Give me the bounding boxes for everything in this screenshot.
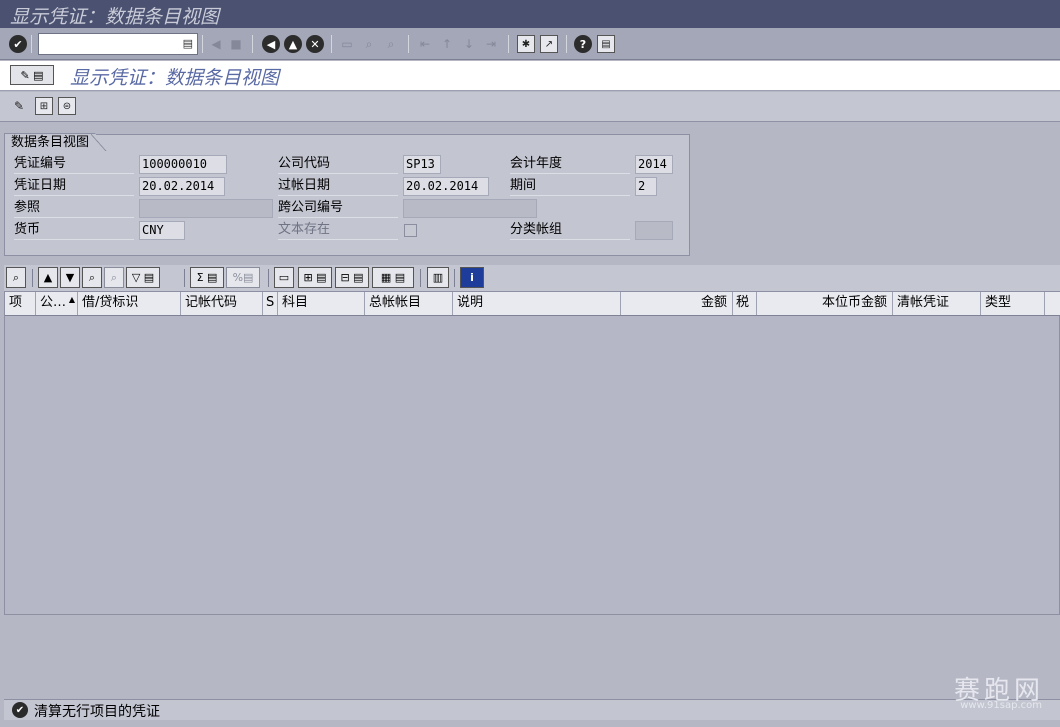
first-page-icon[interactable]: ⇤ <box>416 35 434 53</box>
watermark-url: www.91sap.com <box>960 700 1042 711</box>
col-type[interactable]: 类型 <box>981 292 1045 315</box>
ledger-group-field[interactable] <box>635 221 673 240</box>
period-field[interactable]: 2 <box>635 177 657 196</box>
status-message: 清算无行项目的凭证 <box>34 704 160 720</box>
col-debit-credit[interactable]: 借/贷标识 <box>78 292 181 315</box>
doc-number-label: 凭证编号 <box>14 155 134 174</box>
col-s[interactable]: S <box>263 292 278 315</box>
line-items-grid: 项 公… ▲ 借/贷标识 记帐代码 S 科目 总帐帐目 说明 金额 税 本位币金额… <box>4 291 1060 615</box>
change-layout-icon[interactable]: ▦ ▤ <box>372 267 414 288</box>
currency-label: 货币 <box>14 221 134 240</box>
sort-ascending-icon[interactable]: ▲ <box>38 267 58 288</box>
window-title: 显示凭证：数据条目视图 <box>10 6 220 28</box>
text-exists-checkbox[interactable] <box>404 224 417 237</box>
col-gl-account[interactable]: 总帐帐目 <box>365 292 453 315</box>
exit-icon[interactable]: ▲ <box>284 35 302 53</box>
sort-descending-icon[interactable]: ▼ <box>60 267 80 288</box>
display-currency-icon[interactable]: ⊜ <box>58 97 76 115</box>
find-icon[interactable]: ⌕ <box>360 35 378 53</box>
sum-icon[interactable]: Σ ▤ <box>190 267 224 288</box>
export-icon[interactable]: ⊞ ▤ <box>298 267 332 288</box>
posting-date-label: 过帐日期 <box>278 177 398 196</box>
edit-pencil-icon[interactable]: ✎ <box>10 97 28 115</box>
col-description[interactable]: 说明 <box>453 292 621 315</box>
col-amount[interactable]: 金额 <box>621 292 733 315</box>
cross-company-label: 跨公司编号 <box>278 199 398 218</box>
subtotal-icon[interactable]: %▤ <box>226 267 260 288</box>
col-clearing-doc[interactable]: 清帐凭证 <box>893 292 981 315</box>
doc-date-field[interactable]: 20.02.2014 <box>139 177 225 196</box>
ledger-group-label: 分类帐组 <box>510 221 630 240</box>
fiscal-year-label: 会计年度 <box>510 155 630 174</box>
spreadsheet-icon[interactable]: ⊟ ▤ <box>335 267 369 288</box>
col-company-label: 公… <box>40 295 67 310</box>
command-field[interactable]: ▤ <box>38 33 198 55</box>
col-local-amount[interactable]: 本位币金额 <box>757 292 893 315</box>
enter-icon[interactable]: ✔ <box>9 35 27 53</box>
currency-field[interactable]: CNY <box>139 221 185 240</box>
find-next-icon[interactable]: ⌕ <box>104 267 124 288</box>
graphic-icon[interactable]: ▥ <box>427 267 449 288</box>
menu-icon[interactable]: ✎ ▤ <box>10 65 54 85</box>
grid-toolbar: ⌕ ▲ ▼ ⌕ ⌕ ▽ ▤ Σ ▤ %▤ ▭ ⊞ ▤ ⊟ ▤ ▦ ▤ ▥ i <box>4 265 1060 291</box>
posting-date-field[interactable]: 20.02.2014 <box>403 177 489 196</box>
grid-header: 项 公… ▲ 借/贷标识 记帐代码 S 科目 总帐帐目 说明 金额 税 本位币金额… <box>5 292 1060 316</box>
cancel-icon[interactable]: ✕ <box>306 35 324 53</box>
help-icon[interactable]: ? <box>574 35 592 53</box>
shortcut-icon[interactable]: ↗ <box>540 35 558 53</box>
layout-menu-icon[interactable]: ▤ <box>597 35 615 53</box>
text-exists-label: 文本存在 <box>278 221 398 240</box>
period-label: 期间 <box>510 177 630 196</box>
find-icon[interactable]: ⌕ <box>82 267 102 288</box>
sort-indicator-icon: ▲ <box>68 295 75 304</box>
new-session-icon[interactable]: ✱ <box>517 35 535 53</box>
status-bar: ✔ 清算无行项目的凭证 <box>4 699 1060 720</box>
success-check-icon: ✔ <box>12 702 28 718</box>
application-title-bar: ✎ ▤ 显示凭证：数据条目视图 <box>0 61 1060 91</box>
previous-page-icon[interactable]: ↑ <box>438 35 456 53</box>
col-posting-key[interactable]: 记帐代码 <box>181 292 263 315</box>
col-account[interactable]: 科目 <box>278 292 365 315</box>
filter-icon[interactable]: ▽ ▤ <box>126 267 160 288</box>
cross-company-field[interactable] <box>403 199 537 218</box>
print-icon[interactable]: ▭ <box>338 35 356 53</box>
save-icon[interactable]: ■ <box>227 35 245 53</box>
application-toolbar: ✎ ⊞ ⊜ <box>0 92 1060 122</box>
document-overview-icon[interactable]: ⊞ <box>35 97 53 115</box>
fiscal-year-field[interactable]: 2014 <box>635 155 673 174</box>
col-item[interactable]: 项 <box>5 292 36 315</box>
col-company[interactable]: 公… ▲ <box>36 292 78 315</box>
page-title: 显示凭证：数据条目视图 <box>70 67 280 89</box>
doc-number-field[interactable]: 100000010 <box>139 155 227 174</box>
col-tax[interactable]: 税 <box>733 292 757 315</box>
command-dropdown-icon[interactable]: ▤ <box>183 37 193 50</box>
info-icon[interactable]: i <box>460 267 484 288</box>
groupbox-title: 数据条目视图 <box>4 133 107 151</box>
green-back-icon[interactable]: ◀ <box>262 35 280 53</box>
reference-label: 参照 <box>14 199 134 218</box>
back-icon[interactable]: ◀ <box>207 35 225 53</box>
reference-field[interactable] <box>139 199 273 218</box>
company-code-field[interactable]: SP13 <box>403 155 441 174</box>
last-page-icon[interactable]: ⇥ <box>482 35 500 53</box>
doc-date-label: 凭证日期 <box>14 177 134 196</box>
details-icon[interactable]: ⌕ <box>6 267 26 288</box>
next-page-icon[interactable]: ↓ <box>460 35 478 53</box>
find-next-icon[interactable]: ⌕ <box>382 35 400 53</box>
window-title-bar: 显示凭证：数据条目视图 <box>0 0 1060 28</box>
print-preview-icon[interactable]: ▭ <box>274 267 294 288</box>
company-code-label: 公司代码 <box>278 155 398 174</box>
